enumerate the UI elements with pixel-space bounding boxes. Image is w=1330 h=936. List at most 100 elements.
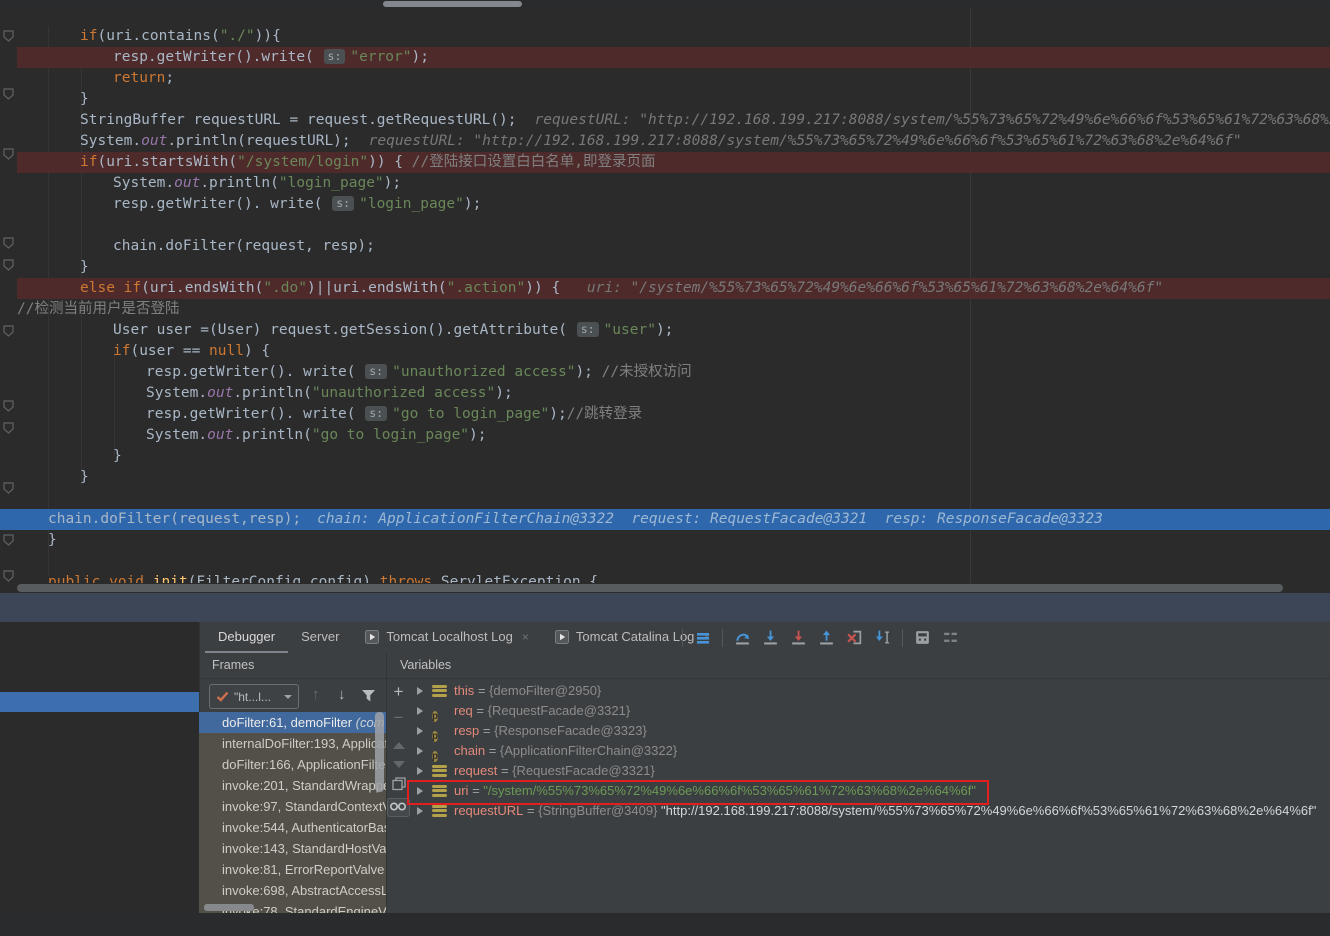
editor-horizontal-scrollbar-track <box>0 583 1330 593</box>
fold-marker-icon[interactable] <box>3 482 14 494</box>
equals-sign: = <box>468 781 483 801</box>
layout-settings-icon[interactable] <box>942 629 959 646</box>
variable-row[interactable]: preq = {RequestFacade@3321} <box>412 701 1330 721</box>
step-over-icon[interactable] <box>734 629 751 646</box>
fold-marker-icon[interactable] <box>3 30 14 42</box>
code-line: if(uri.startsWith("/system/login")) { //… <box>80 152 655 173</box>
variable-row[interactable]: presp = {ResponseFacade@3323} <box>412 721 1330 741</box>
toolbar-separator <box>682 629 683 647</box>
code-line: } <box>113 446 122 467</box>
frame-label: doFilter:166, ApplicationFilte <box>222 757 385 772</box>
stack-frame-item[interactable]: invoke:81, ErrorReportValve <box>199 859 386 880</box>
tab-debugger[interactable]: Debugger <box>205 622 288 653</box>
fold-marker-icon[interactable] <box>3 237 14 249</box>
editor-top-scrollbar-track <box>0 0 1330 8</box>
expand-arrow-icon[interactable] <box>417 767 423 775</box>
variable-row[interactable]: pchain = {ApplicationFilterChain@3322} <box>412 741 1330 761</box>
frames-panel-title: Frames <box>212 658 254 672</box>
code-line: resp.getWriter().write( s:"error"); <box>113 47 429 68</box>
code-line: System.out.println("login_page"); <box>113 173 401 194</box>
toolbar-separator <box>722 629 723 647</box>
debugger-menu-icon[interactable] <box>694 629 711 646</box>
fold-marker-icon[interactable] <box>3 570 14 582</box>
debug-tabs: DebuggerServer Tomcat Localhost Log ×Tomca… <box>205 622 723 653</box>
code-line: //检测当前用户是否登陆 <box>17 299 179 320</box>
variables-panel-title: Variables <box>400 658 451 672</box>
fold-marker-icon[interactable] <box>3 88 14 100</box>
code-line: } <box>80 89 89 110</box>
frame-label: invoke:143, StandardHostVal <box>222 841 386 856</box>
move-watch-down-icon[interactable] <box>387 755 410 773</box>
ide-window: if(uri.contains("./")){resp.getWriter().… <box>0 0 1330 936</box>
stack-frame-item[interactable]: invoke:544, AuthenticatorBas <box>199 817 386 838</box>
stack-frame-item[interactable]: doFilter:166, ApplicationFilte <box>199 754 386 775</box>
variable-row[interactable]: request = {RequestFacade@3321} <box>412 761 1330 781</box>
duplicate-watch-icon[interactable] <box>387 777 410 791</box>
code-line: return; <box>113 68 174 89</box>
add-watch-icon[interactable]: + <box>387 682 410 702</box>
remove-watch-icon[interactable]: − <box>387 708 410 728</box>
next-frame-icon[interactable]: ↓ <box>338 686 346 703</box>
run-to-cursor-icon[interactable] <box>874 629 891 646</box>
expand-arrow-icon[interactable] <box>417 747 423 755</box>
equals-sign: = <box>523 801 538 821</box>
step-out-icon[interactable] <box>818 629 835 646</box>
variable-name: chain <box>454 741 485 761</box>
force-step-into-icon[interactable] <box>790 629 807 646</box>
fold-marker-icon[interactable] <box>3 422 14 434</box>
expand-arrow-icon[interactable] <box>417 787 423 795</box>
expand-arrow-icon[interactable] <box>417 807 423 815</box>
expand-arrow-icon[interactable] <box>417 727 423 735</box>
stack-frame-item[interactable]: invoke:97, StandardContextV <box>199 796 386 817</box>
variable-name: req <box>454 701 473 721</box>
tab-server[interactable]: Server <box>288 622 352 653</box>
code-line: chain.doFilter(request, resp); <box>113 236 375 257</box>
equals-sign: = <box>473 701 488 721</box>
stack-frame-item[interactable]: invoke:201, StandardWrappe <box>199 775 386 796</box>
show-watches-toggle-icon[interactable] <box>387 798 410 822</box>
variable-row[interactable]: requestURL = {StringBuffer@3409} "http:/… <box>412 801 1330 821</box>
code-line: chain.doFilter(request,resp);chain: Appl… <box>48 509 1103 530</box>
code-line: StringBuffer requestURL = request.getReq… <box>80 110 1330 131</box>
frames-vertical-scrollbar-thumb[interactable] <box>375 712 384 792</box>
code-line: System.out.println("go to login_page"); <box>146 425 487 446</box>
fold-marker-icon[interactable] <box>3 148 14 160</box>
expand-arrow-icon[interactable] <box>417 707 423 715</box>
stack-frame-item[interactable]: invoke:698, AbstractAccessL <box>199 880 386 901</box>
fold-marker-icon[interactable] <box>3 400 14 412</box>
parameter-icon: p <box>432 705 447 718</box>
frames-list[interactable]: doFilter:61, demoFilter (cominternalDoFi… <box>199 712 386 913</box>
tab-tomcat-localhost-log[interactable]: Tomcat Localhost Log × <box>352 622 541 653</box>
code-area[interactable]: if(uri.contains("./")){resp.getWriter().… <box>0 8 1330 583</box>
frame-label: invoke:544, AuthenticatorBas <box>222 820 386 835</box>
editor-horizontal-scrollbar-thumb[interactable] <box>17 584 1283 592</box>
variables-list[interactable]: this = {demoFilter@2950}preq = {RequestF… <box>412 681 1330 913</box>
debug-toolbar <box>682 622 959 653</box>
thread-running-check-icon <box>216 691 229 702</box>
frames-horizontal-scrollbar-thumb[interactable] <box>204 904 254 911</box>
variable-row[interactable]: this = {demoFilter@2950} <box>412 681 1330 701</box>
stack-frame-item[interactable]: internalDoFilter:193, Applicat <box>199 733 386 754</box>
editor-debug-separator[interactable] <box>0 593 1330 622</box>
step-into-icon[interactable] <box>762 629 779 646</box>
fold-marker-icon[interactable] <box>3 325 14 337</box>
tab-label: Tomcat Localhost Log <box>386 629 512 644</box>
stack-frame-item[interactable]: invoke:143, StandardHostVal <box>199 838 386 859</box>
selection-bar[interactable] <box>0 692 199 712</box>
stack-frame-item[interactable]: doFilter:61, demoFilter (com <box>199 712 386 733</box>
console-icon <box>365 630 379 644</box>
fold-marker-icon[interactable] <box>3 259 14 271</box>
thread-selector-dropdown[interactable]: "ht...l... <box>209 684 299 709</box>
variable-value: {demoFilter@2950} <box>489 681 601 701</box>
filter-frames-icon[interactable] <box>361 689 376 703</box>
fold-marker-icon[interactable] <box>3 534 14 546</box>
close-icon[interactable]: × <box>522 630 529 644</box>
variable-row[interactable]: uri = "/system/%55%73%65%72%49%6e%66%6f%… <box>412 781 1330 801</box>
previous-frame-icon[interactable]: ↑ <box>312 686 320 703</box>
expand-arrow-icon[interactable] <box>417 687 423 695</box>
move-watch-up-icon[interactable] <box>387 736 410 754</box>
variable-value: "http://192.168.199.217:8088/system/%55%… <box>657 801 1316 821</box>
editor-top-scrollbar-thumb[interactable] <box>383 1 522 7</box>
drop-frame-icon[interactable] <box>846 629 863 646</box>
evaluate-expression-icon[interactable] <box>914 629 931 646</box>
